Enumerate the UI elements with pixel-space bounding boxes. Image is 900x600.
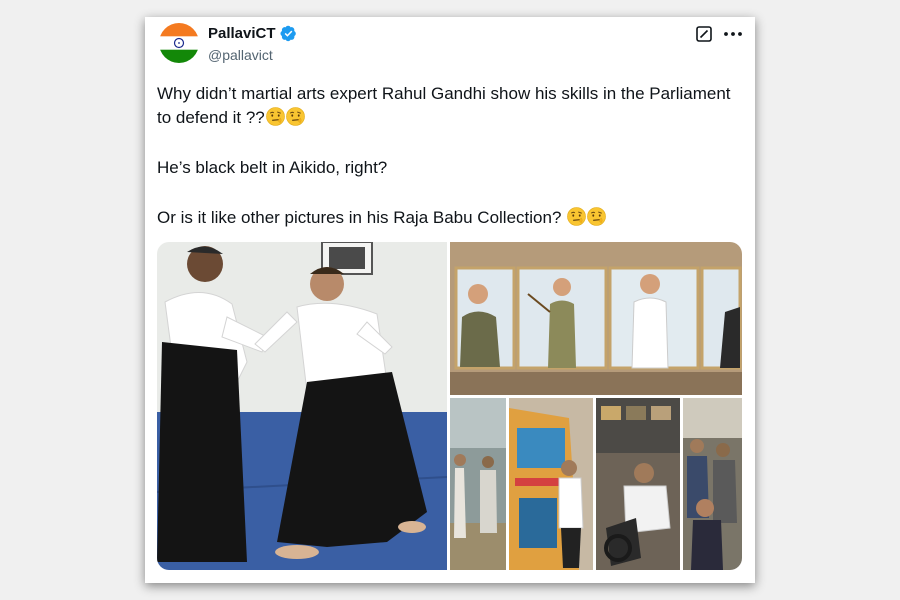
media-photo-aikido[interactable] <box>157 242 447 570</box>
more-options-icon[interactable] <box>722 25 744 43</box>
portraits-photo-image <box>450 242 742 395</box>
author-handle[interactable]: @pallavict <box>208 47 273 63</box>
media-photo-crowd[interactable] <box>683 398 742 570</box>
tweet-card[interactable]: PallaviCT @pallavict Why didn’t martial … <box>145 17 755 583</box>
raised-eyebrow-emoji-icon <box>587 207 606 226</box>
grok-icon[interactable] <box>696 26 712 42</box>
flood-photo-image <box>450 398 506 570</box>
raised-eyebrow-emoji-icon <box>567 207 586 226</box>
tweet-paragraph-3: Or is it like other pictures in his Raja… <box>157 206 742 230</box>
media-photo-truck[interactable] <box>509 398 593 570</box>
aikido-photo-image <box>157 242 447 570</box>
workshop-photo-image <box>596 398 680 570</box>
india-flag-icon <box>159 23 199 63</box>
media-photo-flood[interactable] <box>450 398 506 570</box>
truck-photo-image <box>509 398 593 570</box>
media-photo-workshop[interactable] <box>596 398 680 570</box>
tweet-paragraph-2: He’s black belt in Aikido, right? <box>157 158 388 177</box>
tweet-text: Why didn’t martial arts expert Rahul Gan… <box>157 82 742 230</box>
author-avatar[interactable] <box>159 23 199 63</box>
verified-badge-icon <box>279 25 296 42</box>
raised-eyebrow-emoji-icon <box>265 107 285 126</box>
tweet-paragraph-1: Why didn’t martial arts expert Rahul Gan… <box>157 84 731 127</box>
author-display-name[interactable]: PallaviCT <box>208 25 276 42</box>
raised-eyebrow-emoji-icon <box>285 107 305 126</box>
crowd-photo-image <box>683 398 742 570</box>
author-name-row[interactable]: PallaviCT <box>208 25 297 42</box>
tweet-media-grid[interactable] <box>157 242 742 570</box>
media-photo-portraits[interactable] <box>450 242 742 395</box>
